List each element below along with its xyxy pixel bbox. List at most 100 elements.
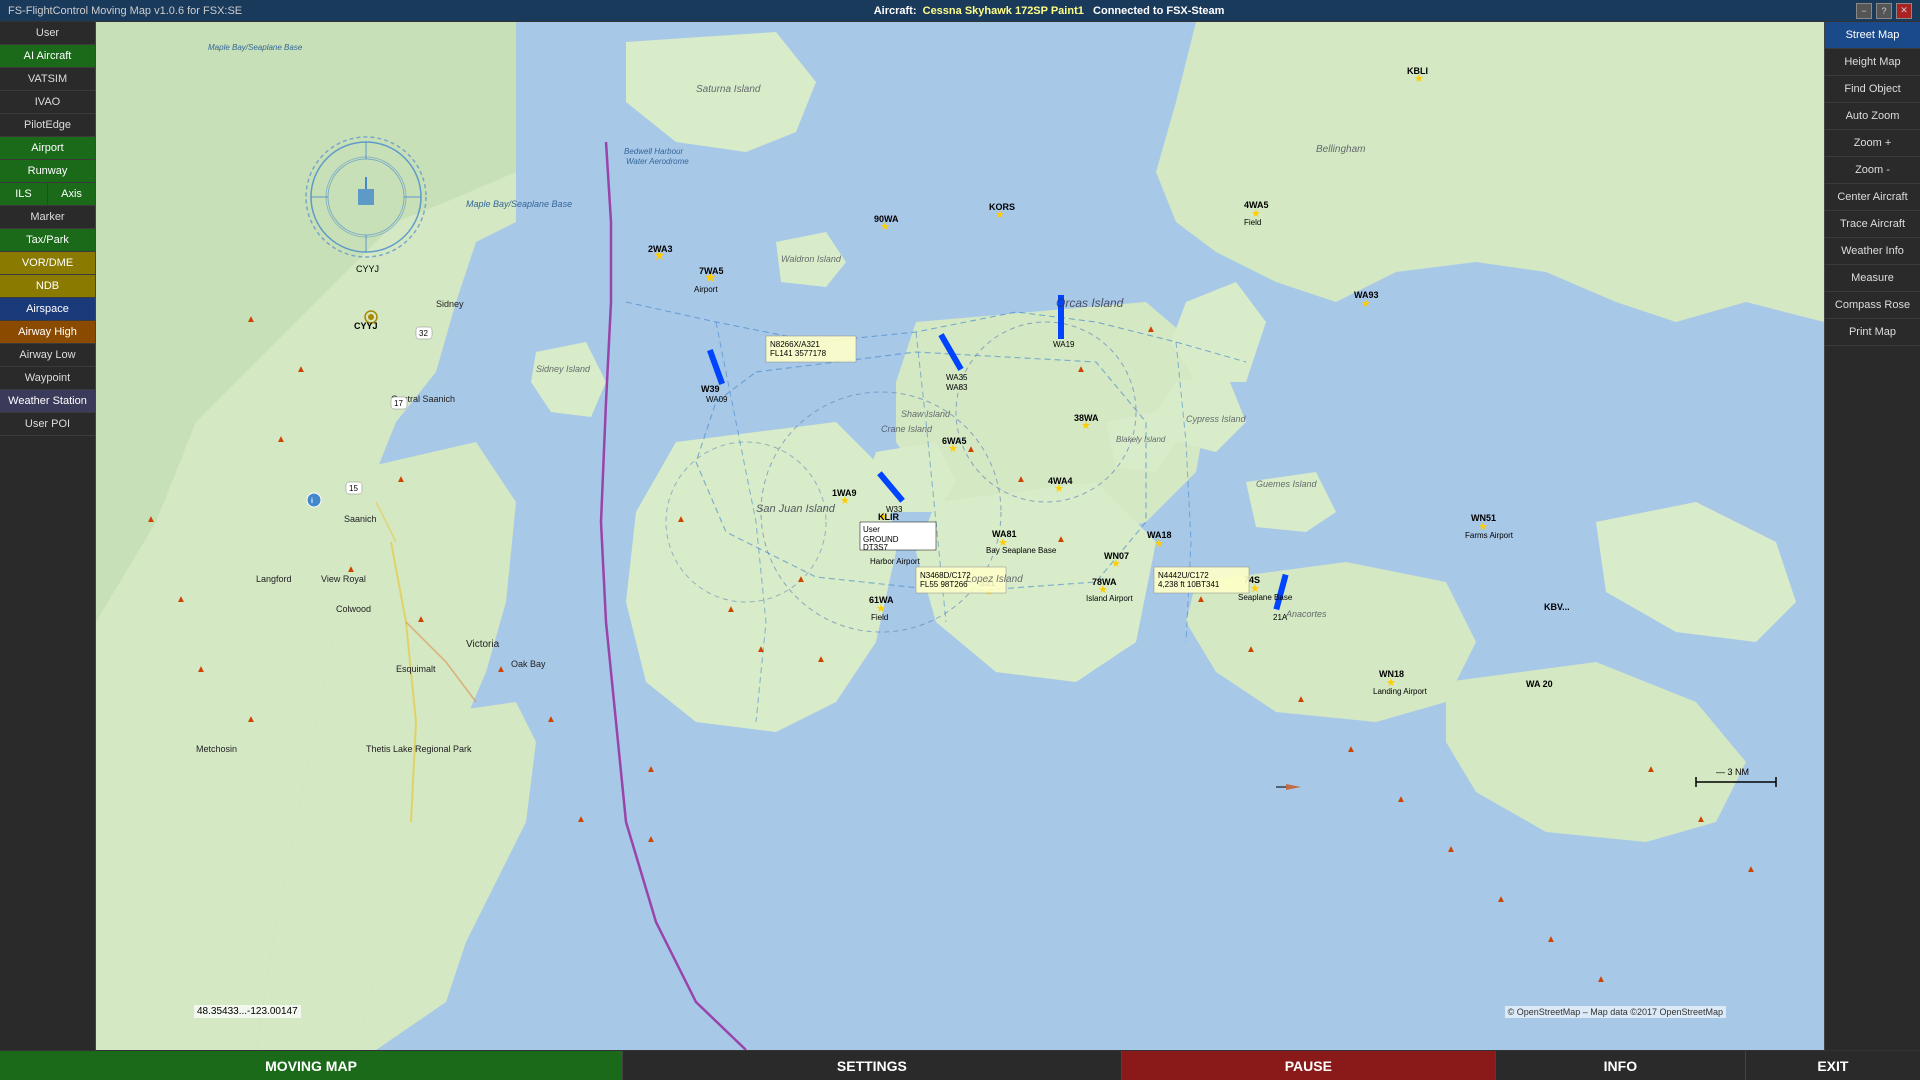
airport-button[interactable]: Airport	[0, 137, 95, 160]
svg-text:N4442U/C172: N4442U/C172	[1158, 571, 1209, 580]
svg-text:Bellingham: Bellingham	[1316, 144, 1365, 155]
svg-text:1WA9: 1WA9	[832, 488, 857, 498]
svg-text:Guemes Island: Guemes Island	[1256, 479, 1318, 489]
aircraft-label: Aircraft:	[874, 5, 917, 17]
vordme-button[interactable]: VOR/DME	[0, 252, 95, 275]
svg-text:▲: ▲	[646, 834, 656, 845]
street-map-button[interactable]: Street Map	[1825, 22, 1920, 49]
svg-text:17: 17	[394, 399, 403, 408]
svg-text:▲: ▲	[1196, 594, 1206, 605]
height-map-button[interactable]: Height Map	[1825, 49, 1920, 76]
svg-text:Saanich: Saanich	[344, 514, 377, 524]
svg-text:DT3S7: DT3S7	[863, 543, 888, 552]
measure-button[interactable]: Measure	[1825, 265, 1920, 292]
airway-low-button[interactable]: Airway Low	[0, 344, 95, 367]
svg-text:Sidney: Sidney	[436, 299, 464, 309]
ils-button[interactable]: ILS	[0, 183, 48, 206]
svg-text:i: i	[311, 498, 313, 505]
svg-text:78WA: 78WA	[1092, 577, 1117, 587]
svg-text:▲: ▲	[246, 714, 256, 725]
svg-text:Esquimalt: Esquimalt	[396, 664, 436, 674]
svg-text:W39: W39	[701, 384, 720, 394]
pause-button[interactable]: PAUSE	[1122, 1051, 1495, 1080]
runway-button[interactable]: Runway	[0, 160, 95, 183]
moving-map-button[interactable]: MOVING MAP	[0, 1051, 622, 1080]
right-panel: Street Map Height Map Find Object Auto Z…	[1824, 22, 1920, 1050]
aircraft-info: Aircraft: Cessna Skyhawk 172SP Paint1 Co…	[874, 5, 1225, 17]
pilotedge-button[interactable]: PilotEdge	[0, 114, 95, 137]
svg-text:Saturna Island: Saturna Island	[696, 84, 761, 95]
compass-rose-button[interactable]: Compass Rose	[1825, 292, 1920, 319]
svg-text:Seaplane Base: Seaplane Base	[1238, 593, 1293, 602]
svg-text:FL55 98T266: FL55 98T266	[920, 580, 968, 589]
svg-text:▲: ▲	[796, 574, 806, 585]
svg-text:Anacortes: Anacortes	[1285, 609, 1327, 619]
user-button[interactable]: User	[0, 22, 95, 45]
svg-text:▲: ▲	[276, 434, 286, 445]
svg-text:4,238 ft 10BT341: 4,238 ft 10BT341	[1158, 580, 1220, 589]
title-bar: FS-FlightControl Moving Map v1.0.6 for F…	[0, 0, 1920, 22]
taxipark-button[interactable]: Tax/Park	[0, 229, 95, 252]
svg-text:Farms Airport: Farms Airport	[1465, 531, 1514, 540]
svg-text:▲: ▲	[816, 654, 826, 665]
svg-text:View Royal: View Royal	[321, 574, 366, 584]
trace-aircraft-button[interactable]: Trace Aircraft	[1825, 211, 1920, 238]
auto-zoom-button[interactable]: Auto Zoom	[1825, 103, 1920, 130]
svg-text:Cypress Island: Cypress Island	[1186, 414, 1247, 424]
svg-text:▲: ▲	[726, 604, 736, 615]
svg-text:User: User	[863, 525, 880, 534]
map-area[interactable]: CYYJ W39 WA09 WA35 WA83 WA19 W33 21A	[96, 22, 1824, 1050]
center-aircraft-button[interactable]: Center Aircraft	[1825, 184, 1920, 211]
svg-text:▲: ▲	[1016, 474, 1026, 485]
minimize-button[interactable]: −	[1856, 3, 1872, 19]
svg-text:▲: ▲	[646, 764, 656, 775]
svg-text:Orcas Island: Orcas Island	[1056, 296, 1124, 310]
svg-text:▲: ▲	[1596, 974, 1606, 985]
svg-text:▲: ▲	[1296, 694, 1306, 705]
svg-text:90WA: 90WA	[874, 214, 899, 224]
svg-text:6WA5: 6WA5	[942, 436, 967, 446]
close-button[interactable]: ✕	[1896, 3, 1912, 19]
weather-info-button[interactable]: Weather Info	[1825, 238, 1920, 265]
exit-button[interactable]: EXIT	[1746, 1051, 1920, 1080]
svg-text:▲: ▲	[1056, 534, 1066, 545]
svg-text:Bedwell Harbour: Bedwell Harbour	[624, 147, 683, 156]
svg-text:Maple Bay/Seaplane Base: Maple Bay/Seaplane Base	[208, 43, 303, 52]
svg-text:WA81: WA81	[992, 529, 1017, 539]
svg-text:Landing Airport: Landing Airport	[1373, 687, 1428, 696]
waypoint-button[interactable]: Waypoint	[0, 367, 95, 390]
svg-text:▲: ▲	[576, 814, 586, 825]
svg-text:Crane Island: Crane Island	[881, 424, 933, 434]
svg-text:San Juan Island: San Juan Island	[756, 503, 836, 515]
marker-button[interactable]: Marker	[0, 206, 95, 229]
vatsim-button[interactable]: VATSIM	[0, 68, 95, 91]
zoom-plus-button[interactable]: Zoom +	[1825, 130, 1920, 157]
ai-aircraft-button[interactable]: AI Aircraft	[0, 45, 95, 68]
info-button[interactable]: INFO	[1495, 1051, 1746, 1080]
svg-text:Shaw Island: Shaw Island	[901, 409, 951, 419]
svg-text:Water Aerodrome: Water Aerodrome	[626, 157, 689, 166]
svg-text:▲: ▲	[1746, 864, 1756, 875]
airway-high-button[interactable]: Airway High	[0, 321, 95, 344]
weather-station-button[interactable]: Weather Station	[0, 390, 95, 413]
svg-text:Maple Bay/Seaplane Base: Maple Bay/Seaplane Base	[466, 199, 572, 209]
user-poi-button[interactable]: User POI	[0, 413, 95, 436]
svg-text:▲: ▲	[246, 314, 256, 325]
find-object-button[interactable]: Find Object	[1825, 76, 1920, 103]
svg-text:▲: ▲	[1646, 764, 1656, 775]
settings-button[interactable]: SETTINGS	[622, 1051, 1122, 1080]
svg-text:▲: ▲	[196, 664, 206, 675]
svg-text:▲: ▲	[396, 474, 406, 485]
svg-text:Island Airport: Island Airport	[1086, 594, 1133, 603]
airspace-button[interactable]: Airspace	[0, 298, 95, 321]
ivao-button[interactable]: IVAO	[0, 91, 95, 114]
svg-text:▲: ▲	[1146, 324, 1156, 335]
print-map-button[interactable]: Print Map	[1825, 319, 1920, 346]
help-button[interactable]: ?	[1876, 3, 1892, 19]
ndb-button[interactable]: NDB	[0, 275, 95, 298]
svg-text:WA18: WA18	[1147, 530, 1172, 540]
axis-button[interactable]: Axis	[48, 183, 95, 206]
svg-text:32: 32	[419, 329, 428, 338]
window-controls: − ? ✕	[1856, 3, 1912, 19]
zoom-minus-button[interactable]: Zoom -	[1825, 157, 1920, 184]
